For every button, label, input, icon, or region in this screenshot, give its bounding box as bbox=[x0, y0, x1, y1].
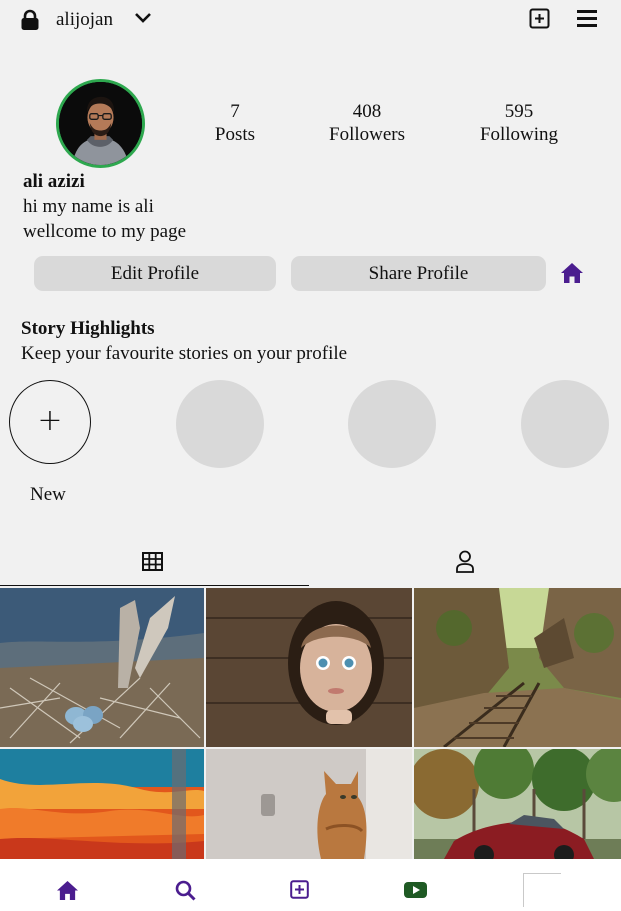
followers-value: 408 bbox=[352, 101, 382, 122]
tab-tagged[interactable] bbox=[310, 542, 621, 586]
posts-count[interactable]: 7 Posts bbox=[195, 100, 275, 146]
post-thumbnail[interactable] bbox=[206, 749, 412, 859]
highlight-placeholder[interactable] bbox=[176, 380, 264, 468]
child-peeking-through-wood-photo bbox=[206, 588, 412, 747]
posts-value: 7 bbox=[230, 101, 240, 122]
add-post-icon[interactable] bbox=[529, 8, 550, 29]
display-name: ali azizi bbox=[23, 171, 85, 192]
chevron-down-icon[interactable] bbox=[134, 9, 152, 27]
username-label[interactable]: alijojan bbox=[56, 9, 113, 31]
share-profile-button[interactable]: Share Profile bbox=[291, 256, 546, 291]
edit-profile-button[interactable]: Edit Profile bbox=[34, 256, 276, 291]
tab-posts-grid[interactable] bbox=[0, 542, 309, 586]
post-thumbnail[interactable] bbox=[206, 588, 412, 747]
post-thumbnail[interactable] bbox=[0, 749, 204, 859]
bio-line: wellcome to my page bbox=[23, 221, 187, 242]
top-bar: alijojan bbox=[0, 0, 621, 40]
post-thumbnail[interactable] bbox=[414, 749, 621, 859]
highlight-placeholder[interactable] bbox=[521, 380, 609, 468]
grid-icon bbox=[142, 552, 163, 571]
new-highlight-button[interactable]: + bbox=[9, 380, 91, 464]
bio-line: hi my name is ali bbox=[23, 196, 154, 217]
following-count[interactable]: 595 Following bbox=[469, 100, 569, 146]
highlight-placeholder[interactable] bbox=[348, 380, 436, 468]
ginger-cat-at-window-photo bbox=[206, 749, 412, 859]
avatar-portrait-photo bbox=[59, 82, 142, 165]
followers-label: Followers bbox=[329, 124, 405, 145]
menu-icon[interactable] bbox=[577, 9, 597, 28]
new-highlight-label: New bbox=[30, 484, 66, 505]
orange-blue-abstract-photo bbox=[0, 749, 204, 859]
home-icon[interactable] bbox=[560, 262, 584, 284]
abandoned-railway-canyon-photo bbox=[414, 588, 621, 747]
followers-count[interactable]: 408 Followers bbox=[317, 100, 417, 146]
bio-section: ali azizi hi my name is ali wellcome to … bbox=[23, 169, 186, 244]
posts-label: Posts bbox=[214, 124, 256, 145]
profile-avatar[interactable] bbox=[56, 79, 145, 168]
search-icon[interactable] bbox=[175, 880, 196, 901]
post-thumbnail[interactable] bbox=[414, 588, 621, 747]
lock-icon bbox=[21, 9, 39, 30]
eggs-in-nest-photo bbox=[0, 588, 204, 747]
highlights-title: Story Highlights bbox=[21, 318, 155, 339]
profile-picture[interactable] bbox=[523, 873, 561, 907]
tagged-user-icon bbox=[456, 550, 474, 573]
highlights-subtitle: Keep your favourite stories on your prof… bbox=[21, 343, 348, 364]
video-icon[interactable] bbox=[404, 882, 427, 898]
add-square-icon[interactable] bbox=[290, 880, 309, 899]
following-label: Following bbox=[479, 124, 559, 145]
following-value: 595 bbox=[504, 101, 534, 122]
red-car-in-forest-photo bbox=[414, 749, 621, 859]
home-icon[interactable] bbox=[56, 880, 79, 901]
plus-icon: + bbox=[37, 403, 63, 438]
post-thumbnail[interactable] bbox=[0, 588, 204, 747]
